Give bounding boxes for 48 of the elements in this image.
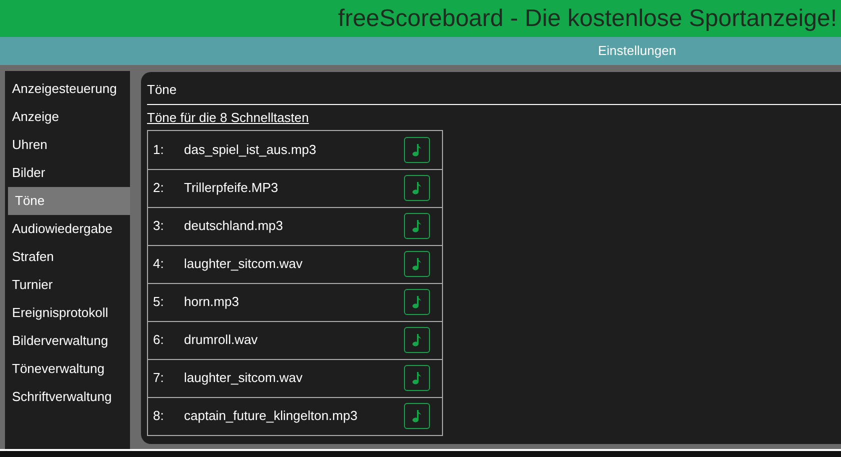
play-button[interactable] xyxy=(404,175,430,201)
music-note-icon xyxy=(412,257,422,271)
row-number: 2: xyxy=(152,179,165,198)
file-name: horn.mp3 xyxy=(184,293,240,312)
play-button[interactable] xyxy=(404,365,430,391)
sidebar-item[interactable]: Audiowiedergabe xyxy=(5,215,130,243)
music-note-icon xyxy=(412,219,422,233)
music-note-icon xyxy=(412,295,422,309)
file-name: Trillerpfeife.MP3 xyxy=(184,179,280,198)
sidebar-item[interactable]: Anzeige xyxy=(5,103,130,131)
sidebar-item[interactable]: Strafen xyxy=(5,243,130,271)
row-number: 7: xyxy=(152,369,165,388)
music-note-icon xyxy=(412,409,422,423)
row-number: 4: xyxy=(152,255,165,274)
play-button[interactable] xyxy=(404,213,430,239)
sidebar-item[interactable]: Bilderverwaltung xyxy=(5,327,130,355)
app-title: freeScoreboard - Die kostenlose Sportanzeige! xyxy=(338,4,837,34)
row-number: 6: xyxy=(152,331,165,350)
play-button[interactable] xyxy=(404,251,430,277)
music-note-icon xyxy=(412,181,422,195)
section-title: Töne für die 8 Schnelltasten xyxy=(147,109,309,127)
file-name: laughter_sitcom.wav xyxy=(184,369,304,388)
panel-title: Töne xyxy=(147,82,177,97)
play-button[interactable] xyxy=(404,136,430,162)
file-name: das_spiel_ist_aus.mp3 xyxy=(184,140,318,159)
music-note-icon xyxy=(412,333,422,347)
sidebar-item[interactable]: Uhren xyxy=(5,131,130,159)
play-button[interactable] xyxy=(404,327,430,353)
sidebar-item[interactable]: Anzeigesteuerung xyxy=(5,75,130,103)
sidebar-item[interactable]: Turnier xyxy=(5,271,130,299)
row-number: 1: xyxy=(152,140,165,159)
sidebar-item[interactable]: Ereignisprotokoll xyxy=(5,299,130,327)
music-note-icon xyxy=(412,142,422,156)
file-name: laughter_sitcom.wav xyxy=(184,255,304,274)
sidebar-item[interactable]: Töneverwaltung xyxy=(5,355,130,383)
file-name: deutschland.mp3 xyxy=(184,217,284,236)
play-button[interactable] xyxy=(404,403,430,429)
play-button[interactable] xyxy=(404,289,430,315)
row-number: 5: xyxy=(152,293,165,312)
sidebar-item[interactable]: Töne xyxy=(8,187,130,215)
sidebar-item[interactable]: Bilder xyxy=(5,159,130,187)
row-number: 3: xyxy=(152,217,165,236)
file-name: drumroll.wav xyxy=(184,331,259,350)
row-number: 8: xyxy=(152,407,165,426)
music-note-icon xyxy=(412,371,422,385)
settings-title: Einstellungen xyxy=(598,42,676,60)
file-name: captain_future_klingelton.mp3 xyxy=(184,407,358,426)
sidebar-item[interactable]: Schriftverwaltung xyxy=(5,383,130,411)
